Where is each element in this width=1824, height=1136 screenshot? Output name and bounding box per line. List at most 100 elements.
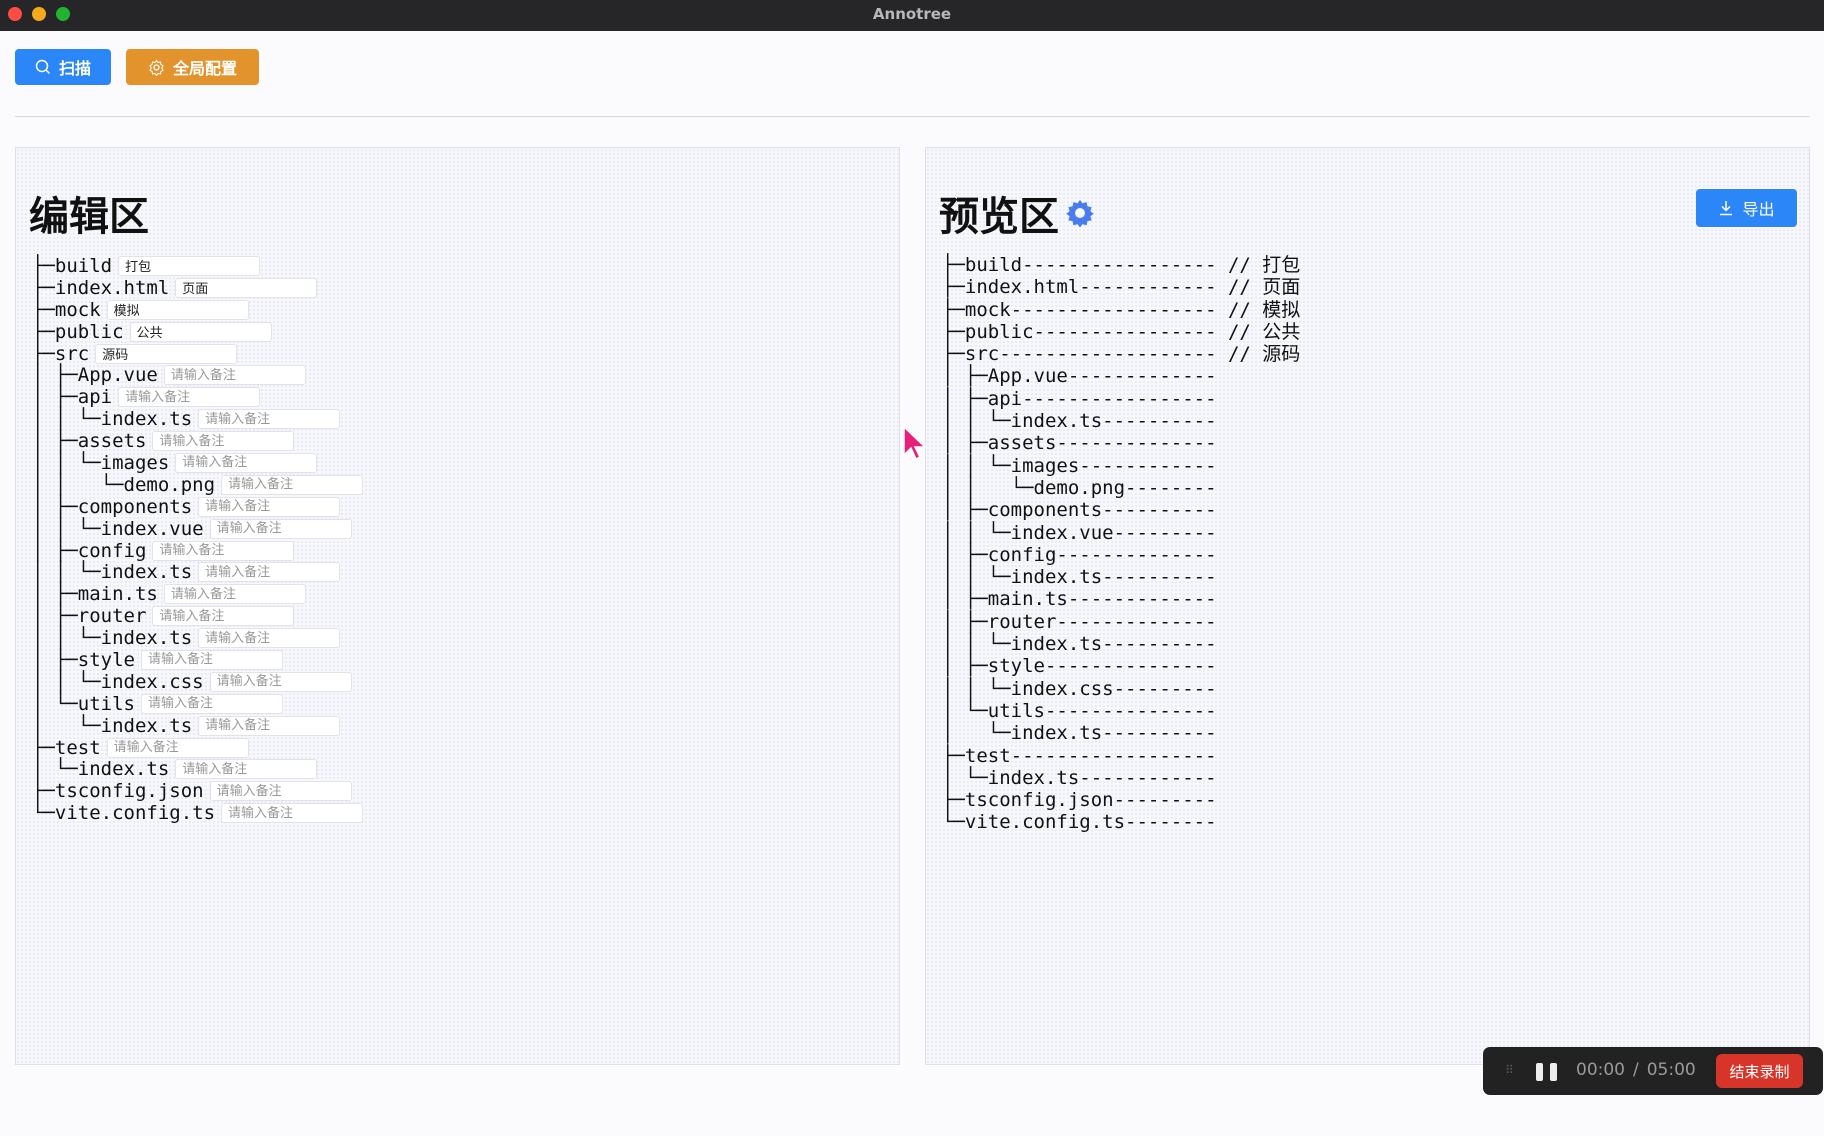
- tree-node-name: tsconfig.json: [54, 780, 204, 803]
- note-input[interactable]: [221, 474, 364, 495]
- tree-node-name: router: [77, 605, 147, 628]
- tree-connector: │ ├─: [32, 539, 78, 562]
- note-input[interactable]: [209, 518, 352, 539]
- note-input[interactable]: [118, 387, 261, 408]
- tree-row: ├─ test: [32, 737, 363, 759]
- tree-node-name: index.vue: [100, 517, 204, 540]
- tree-node-name: style: [77, 648, 135, 671]
- tree-node-name: index.ts: [77, 758, 170, 781]
- note-input[interactable]: [118, 255, 261, 276]
- editor-title: 编辑区: [29, 194, 149, 240]
- tree-row: │ └─ index.ts: [32, 758, 363, 780]
- preview-tree: ├─build----------------- // 打包 ├─index.ht…: [942, 254, 1300, 834]
- tree-row: │ ├─ config: [32, 540, 363, 562]
- note-input[interactable]: [221, 803, 364, 824]
- preview-line: └─vite.config.ts--------: [942, 811, 1217, 834]
- note-input[interactable]: [198, 562, 341, 583]
- time-separator: /: [1633, 1060, 1639, 1080]
- tree-row: │ │ └─ index.ts: [32, 561, 363, 583]
- minimize-window-button[interactable]: [32, 7, 46, 21]
- recording-bar: ⠿ 00:00 / 05:00 结束录制: [1483, 1047, 1823, 1095]
- elapsed-time: 00:00: [1576, 1060, 1625, 1080]
- tree-node-name: utils: [77, 692, 135, 715]
- tree-connector: │ │ └─: [32, 473, 124, 496]
- tree-row: │ │ └─ demo.png: [32, 473, 364, 496]
- note-input[interactable]: [129, 321, 272, 342]
- note-input[interactable]: [152, 431, 295, 452]
- preview-line: │ └─index.ts------------: [942, 766, 1217, 789]
- tree-connector: ├─: [32, 780, 55, 803]
- stop-recording-label: 结束录制: [1729, 1062, 1790, 1081]
- settings-gear-icon[interactable]: [1065, 198, 1095, 228]
- tree-row: ├─ public: [32, 321, 363, 343]
- note-input[interactable]: [163, 365, 306, 386]
- tree-node-name: mock: [54, 298, 101, 321]
- tree-row: │ ├─ main.ts: [32, 583, 363, 605]
- note-input[interactable]: [95, 343, 238, 364]
- tree-connector: │ │ └─: [32, 451, 101, 474]
- tree-connector: │ └─: [32, 692, 78, 715]
- tree-connector: │ │ └─: [32, 408, 101, 431]
- tree-node-name: index.ts: [100, 408, 193, 431]
- drag-handle-icon[interactable]: ⠿: [1505, 1063, 1514, 1077]
- preview-line: │ ├─components----------: [942, 499, 1217, 522]
- export-label: 导出: [1742, 200, 1775, 219]
- tree-connector: │ └─: [32, 714, 101, 737]
- tree-connector: │ │ └─: [32, 670, 101, 693]
- tree-connector: ├─: [32, 254, 55, 277]
- close-window-button[interactable]: [8, 7, 22, 21]
- note-input[interactable]: [152, 540, 295, 561]
- tree-row: ├─ tsconfig.json: [32, 780, 363, 802]
- pause-icon[interactable]: [1536, 1063, 1543, 1081]
- preview-line: ├─build----------------- // 打包: [942, 254, 1301, 276]
- tree-node-name: public: [54, 320, 124, 343]
- note-input[interactable]: [198, 496, 341, 517]
- tree-row: ├─ src: [32, 343, 363, 365]
- note-input[interactable]: [140, 693, 283, 714]
- maximize-window-button[interactable]: [56, 7, 70, 21]
- stop-recording-button[interactable]: 结束录制: [1716, 1054, 1803, 1088]
- note-input[interactable]: [175, 277, 318, 298]
- tree-node-name: index.ts: [100, 561, 193, 584]
- preview-line: │ │ └─index.ts----------: [942, 633, 1217, 656]
- preview-line: ├─src------------------- // 源码: [942, 343, 1301, 366]
- preview-line: │ │ └─index.vue---------: [942, 521, 1217, 544]
- tree-connector: │ ├─: [32, 583, 78, 606]
- tree-node-name: App.vue: [77, 364, 158, 387]
- tree-node-name: vite.config.ts: [54, 802, 216, 825]
- tree-row: │ ├─ App.vue: [32, 364, 363, 386]
- note-input[interactable]: [106, 737, 249, 758]
- tree-node-name: index.css: [100, 670, 204, 693]
- note-input[interactable]: [175, 759, 318, 780]
- pause-icon-bar[interactable]: [1550, 1063, 1557, 1081]
- note-input[interactable]: [209, 781, 352, 802]
- scan-button[interactable]: 扫描: [15, 49, 111, 85]
- gear-icon: [149, 58, 164, 76]
- note-input[interactable]: [198, 409, 341, 430]
- tree-connector: │ └─: [32, 758, 78, 781]
- tree-node-name: assets: [77, 430, 147, 453]
- preview-line: │ ├─assets--------------: [942, 432, 1217, 455]
- preview-line: │ ├─App.vue-------------: [942, 365, 1217, 388]
- tree-row: ├─ build: [32, 255, 363, 277]
- tree-row: │ │ └─ index.ts: [32, 408, 363, 430]
- title-bar: Annotree: [0, 0, 1824, 31]
- preview-title: 预览区: [939, 194, 1059, 240]
- preview-line: │ │ └─index.css---------: [942, 677, 1217, 700]
- export-button[interactable]: 导出: [1696, 189, 1797, 227]
- note-input[interactable]: [209, 671, 352, 692]
- note-input[interactable]: [198, 628, 341, 649]
- note-input[interactable]: [163, 584, 306, 605]
- note-input[interactable]: [140, 649, 283, 670]
- tree-node-name: index.ts: [100, 627, 193, 650]
- preview-line: │ ├─config--------------: [942, 543, 1217, 566]
- note-input[interactable]: [175, 452, 318, 473]
- tree-row: │ └─ index.ts: [32, 715, 363, 737]
- note-input[interactable]: [198, 715, 341, 736]
- note-input[interactable]: [152, 606, 295, 627]
- preview-line: ├─mock------------------ // 模拟: [942, 298, 1301, 321]
- tree-connector: ├─: [32, 342, 55, 365]
- global-config-button[interactable]: 全局配置: [126, 49, 259, 85]
- tree-node-name: test: [54, 736, 101, 759]
- note-input[interactable]: [106, 299, 249, 320]
